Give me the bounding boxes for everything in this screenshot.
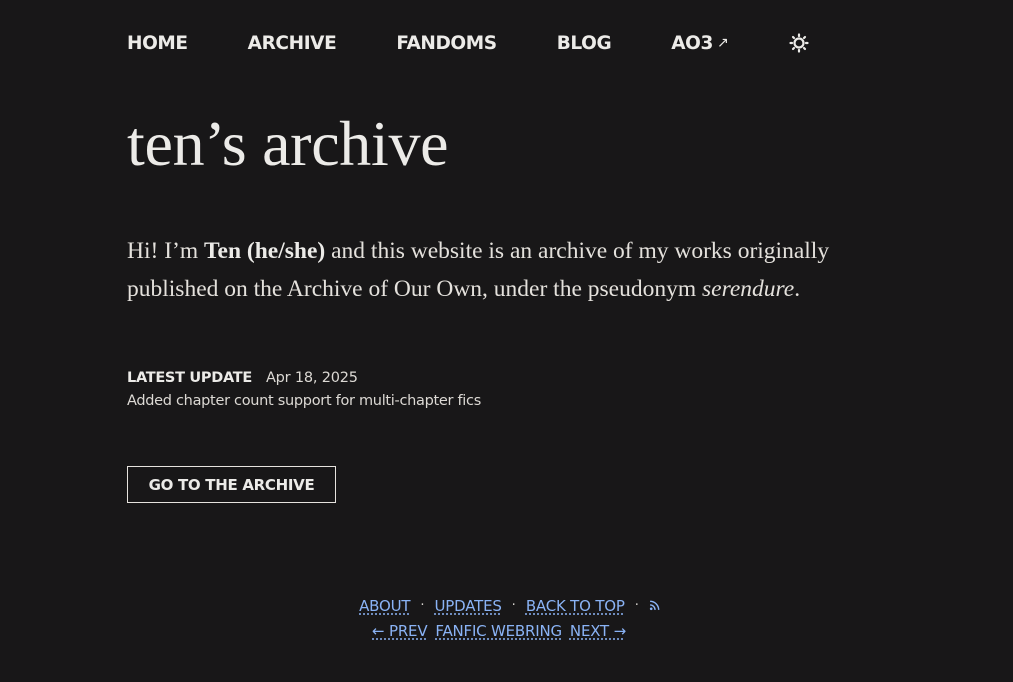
webring-name-link[interactable]: FANFIC WEBRING [435,621,562,641]
webring-prev-link[interactable]: ← PREV [372,621,428,641]
separator: · [511,597,516,613]
nav-home[interactable]: HOME [127,33,188,54]
nav-blog[interactable]: BLOG [557,33,612,54]
separator: · [634,597,639,613]
theme-toggle-button[interactable] [789,33,809,53]
external-link-icon: ↗ [716,35,729,51]
footer-updates-link[interactable]: UPDATES [435,596,502,616]
footer-about-link[interactable]: ABOUT [359,596,410,616]
go-to-archive-button[interactable]: GO TO THE ARCHIVE [127,466,336,503]
main-nav: HOME ARCHIVE FANDOMS BLOG AO3 ↗ [127,30,809,56]
intro-text: Hi! I’m Ten (he/she) and this website is… [127,232,847,308]
author-name: Ten (he/she) [204,238,326,264]
intro-part-1: Hi! I’m [127,238,205,264]
latest-update: LATEST UPDATE Apr 18, 2025 Added chapter… [127,370,481,409]
latest-update-label: LATEST UPDATE [127,370,252,386]
separator: · [420,597,425,613]
rss-icon [649,600,660,611]
nav-ao3[interactable]: AO3 ↗ [671,33,728,54]
nav-ao3-label: AO3 [671,32,713,54]
page-title: ten’s archive [127,108,449,179]
latest-update-description: Added chapter count support for multi-ch… [127,393,481,409]
footer: ABOUT · UPDATES · BACK TO TOP · ← PREV F… [0,593,1013,643]
footer-back-to-top-link[interactable]: BACK TO TOP [526,596,625,616]
nav-archive[interactable]: ARCHIVE [248,33,337,54]
pseudonym: serendure [702,276,795,302]
nav-fandoms[interactable]: FANDOMS [396,33,497,54]
latest-update-date: Apr 18, 2025 [265,370,358,386]
sun-icon [789,33,809,53]
webring-next-link[interactable]: NEXT → [570,621,626,641]
rss-feed-link[interactable] [649,600,660,611]
intro-part-3: . [794,276,801,302]
